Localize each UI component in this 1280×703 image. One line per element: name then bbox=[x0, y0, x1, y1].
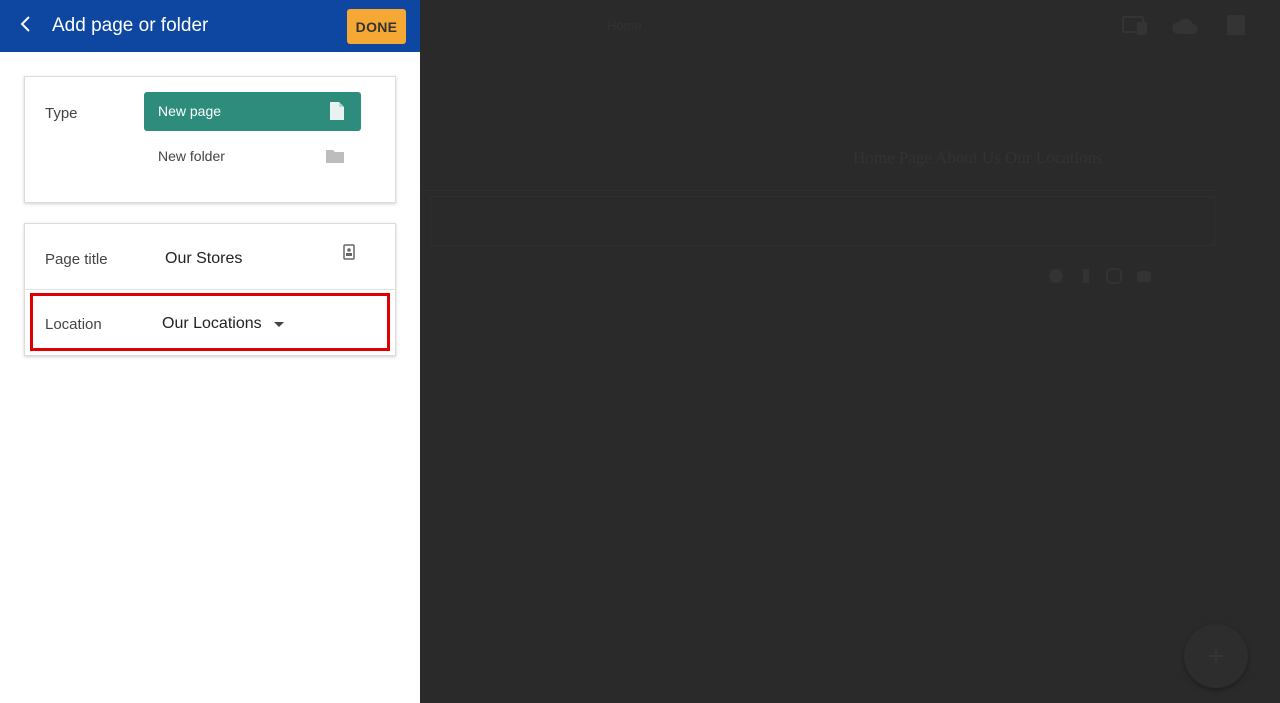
folder-icon bbox=[325, 148, 345, 169]
new-folder-label: New folder bbox=[158, 148, 225, 164]
location-dropdown[interactable]: Our Locations bbox=[162, 313, 284, 335]
site-divider bbox=[420, 190, 1220, 191]
page-title-input[interactable]: Our Stores bbox=[165, 250, 242, 268]
section-divider bbox=[25, 289, 395, 290]
new-folder-option[interactable]: New folder bbox=[144, 137, 361, 176]
add-page-panel: Add page or folder DONE Type New page Ne… bbox=[0, 0, 420, 703]
page-details-card: Page title Our Stores Location Our Locat… bbox=[24, 223, 396, 356]
type-card: Type New page New folder bbox=[24, 76, 396, 203]
cloud-upload-icon bbox=[1172, 16, 1198, 41]
site-topbar-text: Home bbox=[607, 18, 642, 33]
twitter-icon bbox=[1048, 268, 1064, 284]
panel-title: Add page or folder bbox=[52, 15, 209, 36]
site-preview-backdrop: Home Home Page About Us Our Locations bbox=[420, 0, 1280, 703]
pages-icon bbox=[1226, 14, 1246, 41]
dropdown-caret-icon bbox=[273, 321, 284, 327]
new-page-label: New page bbox=[158, 103, 222, 119]
badge-icon[interactable] bbox=[343, 244, 355, 265]
page-icon bbox=[329, 101, 345, 126]
site-content-box bbox=[430, 196, 1215, 246]
type-label: Type bbox=[45, 105, 78, 122]
instagram-icon bbox=[1106, 268, 1122, 284]
location-selected-value: Our Locations bbox=[162, 315, 262, 332]
panel-header: Add page or folder DONE bbox=[0, 0, 420, 52]
chevron-left-icon bbox=[19, 15, 33, 38]
new-page-option[interactable]: New page bbox=[144, 92, 361, 131]
done-button[interactable]: DONE bbox=[347, 9, 406, 44]
site-nav-menu: Home Page About Us Our Locations bbox=[853, 148, 1103, 167]
location-label: Location bbox=[45, 316, 102, 333]
preview-device-icon bbox=[1122, 16, 1148, 41]
back-button[interactable] bbox=[8, 8, 44, 44]
youtube-icon bbox=[1136, 268, 1152, 284]
page-title-label: Page title bbox=[45, 251, 108, 268]
add-fab-button bbox=[1184, 624, 1248, 688]
facebook-icon bbox=[1078, 268, 1094, 284]
